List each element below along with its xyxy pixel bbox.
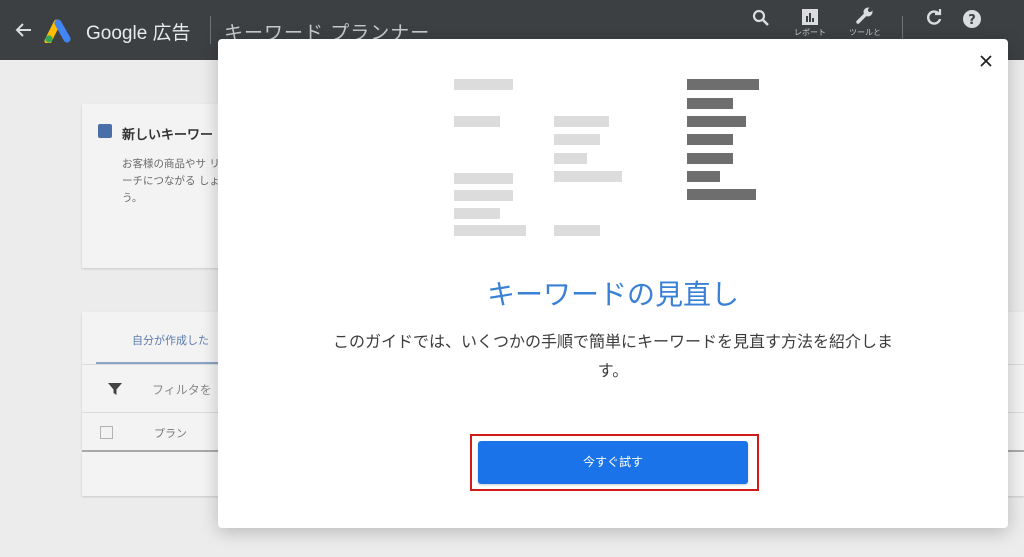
refresh-icon bbox=[927, 9, 942, 25]
search-button[interactable] bbox=[751, 8, 771, 28]
search-icon bbox=[98, 124, 112, 138]
google-ads-logo bbox=[44, 19, 71, 43]
new-keyword-description: お客様の商品やサ リーチにつながる しょう。 bbox=[122, 158, 220, 204]
search-icon bbox=[752, 9, 769, 26]
reports-icon bbox=[802, 9, 818, 25]
keyword-review-dialog: キーワードの見直し このガイドでは、いくつかの手順で簡単にキーワードを見直す方法… bbox=[218, 39, 1008, 528]
tab-my-plans-label: 自分が作成した bbox=[132, 334, 209, 347]
brand-name: Google 広告 bbox=[86, 23, 191, 44]
dialog-description: このガイドでは、いくつかの手順で簡単にキーワードを見直す方法を紹介します。 bbox=[332, 332, 893, 380]
dialog-title: キーワードの見直し bbox=[486, 278, 739, 311]
filter-label[interactable]: フィルタを bbox=[152, 381, 212, 398]
svg-text:?: ? bbox=[968, 13, 976, 28]
refresh-button[interactable] bbox=[924, 8, 944, 28]
help-button[interactable]: ? bbox=[961, 8, 983, 30]
select-all-checkbox[interactable] bbox=[100, 426, 113, 439]
tools-label: ツールと bbox=[849, 28, 881, 37]
keyword-list-illustration bbox=[454, 79, 759, 236]
back-arrow-icon[interactable] bbox=[14, 20, 34, 40]
column-header-plan: プラン bbox=[154, 427, 187, 440]
reports-label: レポート bbox=[794, 28, 826, 37]
filter-icon[interactable] bbox=[108, 382, 122, 396]
header-divider bbox=[210, 16, 211, 44]
try-now-button[interactable]: 今すぐ試す bbox=[478, 441, 748, 484]
reports-button[interactable]: レポート bbox=[790, 8, 830, 38]
close-icon[interactable] bbox=[978, 53, 994, 69]
new-keyword-title: 新しいキーワー bbox=[122, 128, 214, 143]
tools-button[interactable]: ツールと bbox=[843, 4, 887, 38]
help-icon: ? bbox=[963, 10, 981, 28]
tab-my-plans[interactable]: 自分が作成した bbox=[96, 312, 226, 364]
wrench-icon bbox=[856, 7, 873, 24]
